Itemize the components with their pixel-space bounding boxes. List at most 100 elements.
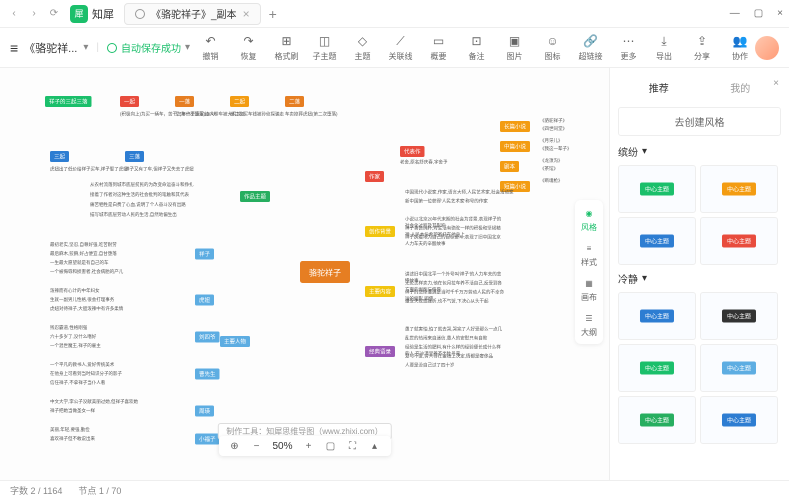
mindmap-text[interactable]: 接着了作者对这种生活的社会批判的笔触和其代表 (90, 191, 189, 198)
zoom-in-button[interactable]: + (303, 440, 315, 452)
mindmap-text[interactable]: 一个平凡的教书人,爱好传统美术 (50, 361, 114, 368)
mindmap-node[interactable]: 周瑛 (195, 406, 214, 417)
tool-关联线[interactable]: ⟋关联线 (386, 33, 416, 62)
close-icon[interactable]: × (773, 78, 779, 89)
mindmap-text[interactable]: 从农村流落到城市底层贫民的为改变命运奋斗和挣扎 (90, 181, 194, 188)
style-thumb[interactable]: 中心主题 (700, 217, 778, 265)
mindmap-text[interactable]: 新中国第一位获得'人民艺术家'称号的作家 (405, 198, 488, 205)
style-thumb[interactable]: 中心主题 (618, 396, 696, 444)
tab-mine[interactable]: 我的 (722, 76, 758, 99)
mindmap-node[interactable]: 小福子 (195, 434, 220, 445)
locate-icon[interactable]: ⊕ (228, 440, 240, 452)
tool-撤销[interactable]: ↶撤销 (196, 33, 226, 62)
style-thumb[interactable]: 中心主题 (618, 344, 696, 392)
style-thumb[interactable]: 中心主题 (700, 292, 778, 340)
tool-更多[interactable]: ⋯更多 (614, 33, 644, 62)
tool-备注[interactable]: ⊡备注 (462, 33, 492, 62)
mindmap-text[interactable]: 遭受失败或挫折,也不气馁,下决心从头干起 (405, 298, 505, 304)
mindmap-node[interactable]: 作家 (365, 171, 384, 182)
add-tab-button[interactable]: + (269, 6, 277, 22)
mindmap-text[interactable]: 一个被侮辱和损害者,社会病胎的产儿 (50, 268, 123, 275)
mindmap-text[interactable]: 美丽,年轻,要强,勤俭 (50, 426, 90, 433)
mindmap-text[interactable]: 《断魂枪》 (540, 177, 563, 184)
mindmap-node[interactable]: 作品主题 (240, 191, 270, 202)
mindmap-text[interactable]: 虎妞对待祥子,大胆泼辣中有许多柔情 (50, 305, 123, 312)
tool-格式刷[interactable]: ⊞格式刷 (272, 33, 302, 62)
mindmap-text[interactable]: 一个混世魔王,祥子的雇主 (50, 342, 101, 349)
style-thumb[interactable]: 中心主题 (618, 165, 696, 213)
back-arrow[interactable]: ‹ (6, 6, 22, 22)
mindmap-text[interactable]: 生就一副男儿性格,很会打理事务 (50, 296, 114, 303)
mindmap-canvas[interactable]: 骆驼祥子祥子的三起三落一起一落二起二落(积极向上)为买一辆车，苦干三年终于凑足1… (0, 68, 609, 480)
mindmap-text[interactable]: 痛苦牺牲是白费了心血,说明了个人奋斗没有出路 (90, 201, 186, 208)
float-画布[interactable]: ▦画布 (581, 276, 597, 303)
reload-icon[interactable]: ⟳ (46, 6, 62, 22)
float-风格[interactable]: ◉风格 (581, 206, 597, 233)
maximize-icon[interactable]: ▢ (754, 8, 763, 19)
mindmap-node[interactable]: 主要内容 (365, 286, 395, 297)
mindmap-text[interactable]: 在他身上可看到当时知识分子的影子 (50, 370, 122, 377)
mindmap-text[interactable]: 爱与不爱,穷人得在金钱上决定,情都是奢侈品 (405, 353, 505, 359)
style-thumb[interactable]: 中心主题 (700, 165, 778, 213)
style-thumb[interactable]: 中心主题 (700, 344, 778, 392)
mindmap-node[interactable]: 中篇小说 (500, 141, 530, 152)
create-style-button[interactable]: 去创建风格 (618, 107, 781, 136)
tool-图片[interactable]: ▣图片 (500, 33, 530, 62)
tool-主题[interactable]: ◇主题 (348, 33, 378, 62)
mindmap-text[interactable]: 最初老实,坚忍,自尊好强,吃苦耐劳 (50, 241, 117, 248)
close-window-icon[interactable]: × (777, 8, 783, 19)
chevron-down-icon[interactable]: ▾ (83, 42, 88, 53)
mindmap-node[interactable]: 长篇小说 (500, 121, 530, 132)
mindmap-node[interactable]: 虎妞 (195, 295, 214, 306)
mindmap-text[interactable]: 《骆驼祥子》 (540, 117, 567, 124)
float-样式[interactable]: ≡样式 (581, 241, 597, 268)
mindmap-node[interactable]: 一落 (175, 96, 194, 107)
mindmap-text[interactable]: 最后麻木,狡猾,好占便宜,自甘堕落 (50, 250, 117, 257)
zoom-out-button[interactable]: − (250, 440, 262, 452)
mindmap-node[interactable]: 祥子 (195, 249, 214, 260)
tool-概要[interactable]: ▭概要 (424, 33, 454, 62)
mindmap-node[interactable]: 一起 (120, 96, 139, 107)
mindmap-node[interactable]: 代表作 (400, 146, 425, 157)
mindmap-text[interactable]: 老舍,原名舒庆春,字舍予 (400, 159, 448, 166)
mindmap-text[interactable]: 泼辣而有心计的中年妇女 (50, 287, 100, 294)
mindmap-text[interactable]: 祥子执着地为自己的目标奋斗,表现了旧中国北京人力车夫的辛酸故事 (405, 234, 505, 247)
mindmap-text[interactable]: 《我这一辈子》 (540, 145, 572, 152)
mindmap-node[interactable]: 曹先生 (195, 369, 220, 380)
mindmap-text[interactable]: 人要是没自己过了四十岁 (405, 362, 505, 368)
style-thumb[interactable]: 中心主题 (618, 292, 696, 340)
tool-分享[interactable]: ⇪分享 (687, 33, 717, 62)
mindmap-text[interactable]: 中文大学,李公子没献美丽过她,但祥子喜欢她 (50, 398, 138, 405)
mindmap-node[interactable]: 刘四爷 (195, 332, 220, 343)
mindmap-text[interactable]: 祥子又有了车,但祥子又失去了虎妞 (125, 166, 225, 172)
forward-arrow[interactable]: › (26, 6, 42, 22)
menu-icon[interactable]: ≡ (10, 40, 18, 56)
tab-recommend[interactable]: 推荐 (641, 76, 677, 99)
chevron-up-icon[interactable]: ▴ (369, 440, 381, 452)
style-thumb[interactable]: 中心主题 (618, 217, 696, 265)
mindmap-text[interactable]: 车卖掉葬虎妞(第二次堕落) (285, 111, 385, 117)
float-大纲[interactable]: ☰大纲 (581, 311, 597, 338)
minimize-icon[interactable]: — (730, 8, 740, 19)
mindmap-node[interactable]: 创作背景 (365, 226, 395, 237)
mindmap-text[interactable]: 中国现代小说家,作家,语言大师,人民艺术家,社会活动家 (405, 189, 514, 196)
mindmap-node[interactable]: 主要人物 (220, 336, 250, 347)
mindmap-node[interactable]: 二起 (230, 96, 249, 107)
mindmap-text[interactable]: 祥子把她当做圣女一样 (50, 407, 95, 414)
mindmap-text[interactable]: 《龙须沟》 (540, 157, 563, 164)
mindmap-text[interactable]: 喜欢祥子但不敢说出来 (50, 435, 95, 442)
close-icon[interactable]: × (243, 7, 250, 21)
top-header[interactable]: 祥子的三起三落 (45, 96, 92, 107)
tool-导出[interactable]: ⤓导出 (649, 33, 679, 62)
mindmap-node[interactable]: 三落 (125, 151, 144, 162)
tool-图标[interactable]: ☺图标 (538, 33, 568, 62)
document-tab[interactable]: 《骆驼祥子》_副本 × (124, 3, 261, 25)
mindmap-text[interactable]: 《四世同堂》 (540, 125, 567, 132)
mindmap-node[interactable]: 经典语录 (365, 346, 395, 357)
fullscreen-icon[interactable]: ⛶ (347, 440, 359, 452)
style-thumb[interactable]: 中心主题 (700, 396, 778, 444)
mindmap-text[interactable]: 六十多岁了,没什么嗜好 (50, 333, 96, 340)
tool-恢复[interactable]: ↷恢复 (234, 33, 264, 62)
mindmap-text[interactable]: 乱世的热闹来自迷信,愚人的安慰只有自欺 (405, 335, 505, 341)
doc-title[interactable]: 《骆驼祥... (24, 40, 77, 56)
